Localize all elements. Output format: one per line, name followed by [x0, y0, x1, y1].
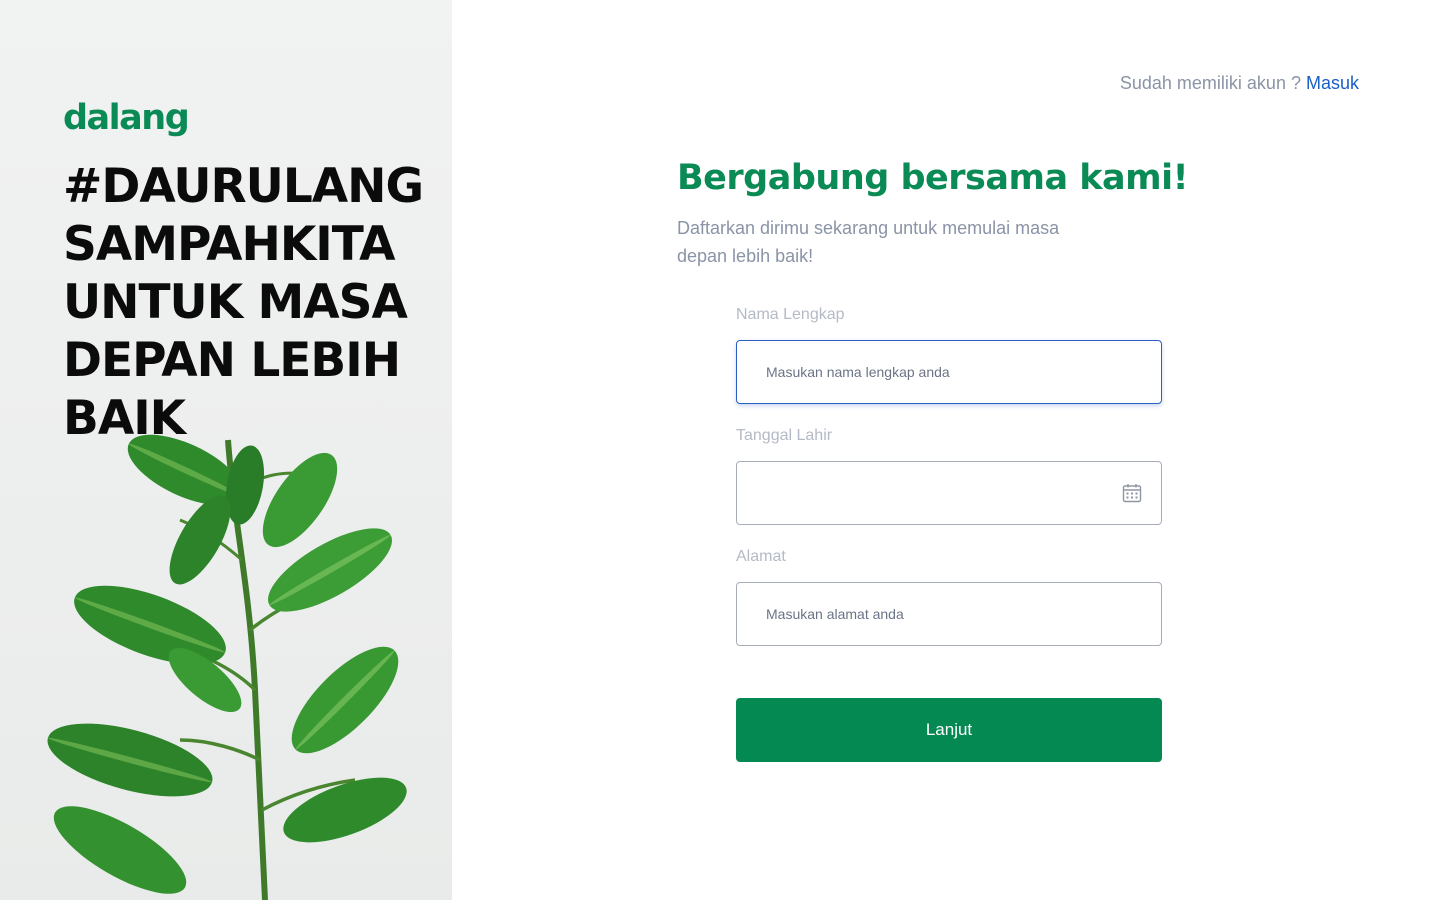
hero-panel: dalang #DAURULANG SAMPAHKITA UNTUK MASA … [0, 0, 452, 900]
page-subtitle: Daftarkan dirimu sekarang untuk memulai … [677, 218, 1060, 266]
plant-illustration [47, 434, 407, 900]
continue-button[interactable]: Lanjut [736, 698, 1162, 762]
address-input[interactable] [766, 606, 1132, 622]
full-name-input[interactable] [766, 364, 1132, 380]
birth-date-field[interactable] [736, 461, 1162, 525]
address-label: Alamat [736, 548, 786, 565]
birth-date-label: Tanggal Lahir [736, 427, 833, 444]
address-field[interactable] [736, 582, 1162, 646]
page-title: Bergabung bersama kami! [677, 158, 1189, 198]
full-name-field[interactable] [736, 340, 1162, 404]
calendar-icon[interactable] [1122, 483, 1142, 503]
logo: dalang [63, 98, 190, 138]
hero-tagline: #DAURULANG SAMPAHKITA UNTUK MASA DEPAN L… [63, 159, 424, 446]
login-prompt-text: Sudah memiliki akun ? [1119, 73, 1301, 93]
full-name-label: Nama Lengkap [736, 306, 845, 323]
login-link[interactable]: Masuk [1306, 73, 1359, 93]
birth-date-input[interactable] [766, 485, 1132, 501]
login-prompt: Sudah memiliki akun ? Masuk [1120, 73, 1359, 94]
